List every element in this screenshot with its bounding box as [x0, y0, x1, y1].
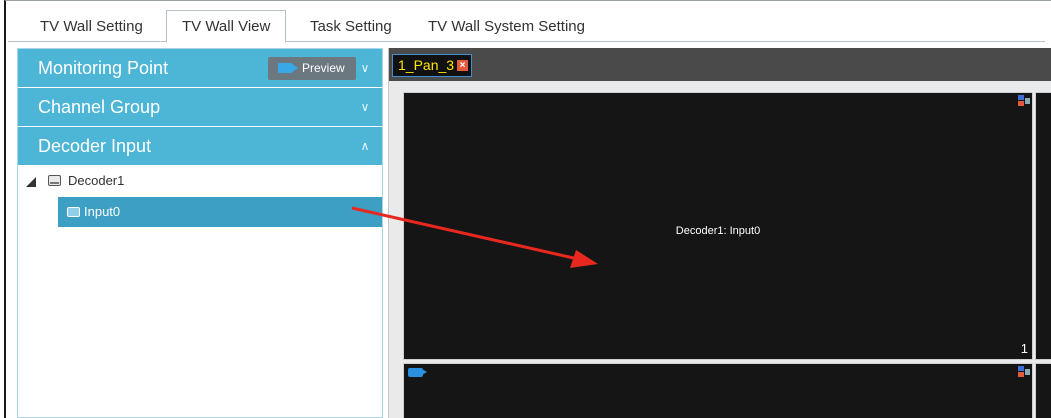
preview-label: Preview	[302, 61, 345, 75]
tab-tv-wall-setting[interactable]: TV Wall Setting	[26, 12, 157, 42]
split-screen-icon[interactable]	[1018, 95, 1030, 106]
tree-node-label: Decoder1	[68, 173, 125, 188]
accordion-label: Channel Group	[38, 97, 161, 117]
decoder-icon	[48, 175, 61, 186]
left-panel: Monitoring Point Preview ∨ Channel Group…	[17, 48, 383, 418]
split-screen-icon[interactable]	[1018, 366, 1030, 377]
cell-number: 1	[1020, 341, 1028, 356]
wall-cell-2[interactable]	[1035, 92, 1051, 360]
camera-icon	[278, 63, 298, 73]
cell-source-label: Decoder1: Input0	[675, 225, 761, 237]
accordion-monitoring-point[interactable]: Monitoring Point Preview ∨	[18, 49, 382, 87]
wall-cell-3[interactable]	[403, 363, 1033, 418]
chevron-down-icon[interactable]: ∨	[358, 49, 372, 87]
wall-tab[interactable]: 1_Pan_3 ×	[392, 54, 472, 77]
tab-tv-wall-system-setting[interactable]: TV Wall System Setting	[414, 12, 599, 42]
camera-icon	[408, 368, 427, 377]
main-tab-bar: TV Wall Setting TV Wall View Task Settin…	[8, 10, 1045, 43]
accordion-label: Monitoring Point	[38, 58, 169, 78]
chevron-up-icon[interactable]: ∧	[358, 127, 372, 165]
chevron-down-icon[interactable]: ∨	[358, 88, 372, 126]
input-icon	[67, 207, 80, 217]
accordion-decoder-input[interactable]: Decoder Input ∧	[18, 127, 382, 165]
accordion-label: Decoder Input	[38, 136, 152, 156]
accordion-channel-group[interactable]: Channel Group ∨	[18, 88, 382, 126]
tree-node-decoder1[interactable]: Decoder1	[26, 171, 226, 191]
tv-wall-area: 1_Pan_3 × Decoder1: Input0 1	[388, 48, 1051, 418]
expand-triangle-icon[interactable]	[26, 177, 36, 187]
preview-button[interactable]: Preview	[268, 57, 356, 80]
wall-tab-label: 1_Pan_3	[398, 57, 455, 73]
tab-tv-wall-view[interactable]: TV Wall View	[166, 10, 287, 43]
wall-cell-4[interactable]	[1035, 363, 1051, 418]
tree-node-label: Input0	[84, 204, 121, 219]
close-icon[interactable]: ×	[457, 60, 468, 71]
tree-node-input0[interactable]: Input0	[58, 197, 382, 227]
wall-tab-bar: 1_Pan_3 ×	[389, 48, 1051, 81]
tab-task-setting[interactable]: Task Setting	[296, 12, 406, 42]
wall-cell-1[interactable]: Decoder1: Input0 1	[403, 92, 1033, 360]
